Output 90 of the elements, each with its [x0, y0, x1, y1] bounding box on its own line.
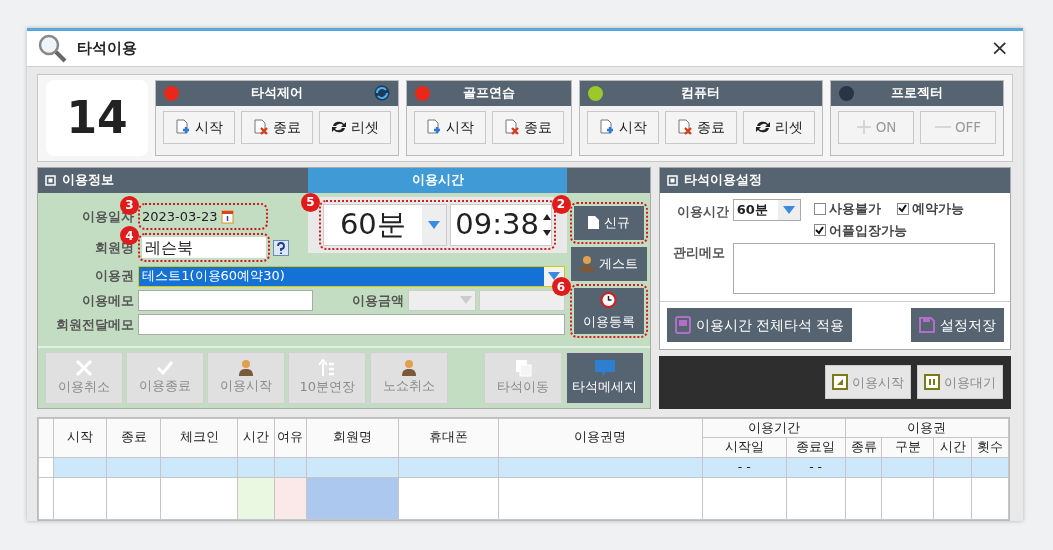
person-icon	[579, 255, 595, 273]
collapse-icon	[44, 174, 56, 186]
document-plus-icon	[426, 118, 442, 136]
documents-icon	[514, 358, 533, 377]
settings-button[interactable]: 설정저장	[910, 308, 1004, 343]
document-plus-icon	[175, 118, 191, 136]
control-button[interactable]: 시작	[163, 110, 235, 144]
document-x-icon	[253, 118, 269, 136]
memo-field[interactable]	[138, 289, 313, 311]
pause-icon	[924, 374, 940, 391]
checkbox[interactable]: 어플입장가능	[813, 220, 907, 240]
field-label: 이용메모	[81, 291, 135, 310]
control-button[interactable]: 종료	[492, 110, 564, 144]
admin-memo-field[interactable]	[732, 243, 995, 295]
column-header: 시간	[237, 418, 275, 458]
search-icon	[37, 33, 67, 64]
delivery-memo-field[interactable]	[138, 314, 565, 335]
table-cell: - -	[702, 457, 787, 478]
panel-title: 컴퓨터	[680, 84, 721, 103]
member-name-field[interactable]: 레슨북	[142, 237, 266, 259]
dropdown-arrow-icon	[782, 206, 795, 214]
column-header: 여유	[274, 418, 307, 458]
field-label: 이용권	[94, 267, 135, 286]
panel-title: 프로젝터	[889, 84, 944, 103]
seat-number: 14	[46, 79, 148, 156]
column-header: 회원명	[306, 418, 399, 458]
document-x-icon	[677, 118, 693, 136]
play-icon	[832, 374, 848, 391]
help-icon[interactable]	[273, 239, 290, 256]
control-button[interactable]: 시작	[414, 110, 486, 144]
dropdown-arrow-icon	[427, 220, 440, 229]
checkmark-icon	[815, 225, 824, 235]
refresh-icon	[331, 120, 347, 134]
column-header: 이용권명	[498, 418, 703, 458]
table-cell: - -	[786, 457, 846, 478]
clock-field[interactable]: 09:38	[450, 203, 553, 246]
side-button[interactable]: 이용등록	[573, 288, 644, 334]
column-group-header: 이용기간	[702, 418, 846, 438]
cross-icon	[74, 358, 93, 377]
control-button[interactable]: 리셋	[319, 110, 391, 144]
control-button[interactable]: 리셋	[743, 110, 815, 144]
person-icon	[400, 359, 417, 377]
dropdown-arrow-icon	[548, 272, 560, 280]
column-group-header: 이용권	[845, 418, 1009, 438]
action-button[interactable]: 타석메세지	[565, 351, 644, 404]
column-header: 체크인	[160, 418, 238, 458]
up-arrow-icon	[318, 358, 337, 377]
panel-title: 골프연습	[461, 84, 516, 103]
clock-icon	[600, 290, 617, 308]
date-field[interactable]: 2023-03-23	[142, 206, 264, 226]
panel-title: 타석이용설정	[684, 171, 762, 190]
time-select[interactable]: 60분	[732, 199, 801, 221]
field-label: 회원전달메모	[55, 315, 135, 334]
column-header: 휴대폰	[398, 418, 499, 458]
column-header: 종료	[106, 418, 161, 458]
duration-field[interactable]: 60분	[322, 203, 447, 246]
amount-field[interactable]	[479, 289, 566, 311]
control-button[interactable]: 종료	[241, 110, 313, 144]
chat-icon	[593, 358, 616, 377]
check-icon	[155, 359, 174, 376]
collapse-icon	[666, 174, 678, 186]
panel-title: 이용정보	[62, 171, 114, 190]
time-header: 이용시간	[308, 167, 567, 193]
plus-icon	[855, 119, 872, 135]
field-label: 관리메모	[671, 244, 726, 263]
field-label: 이용시간	[675, 203, 730, 221]
settings-button[interactable]: 이용시간 전체타석 적용	[666, 308, 853, 343]
control-button[interactable]: 종료	[665, 110, 737, 144]
calendar-icon	[220, 208, 234, 224]
side-button[interactable]: 게스트	[570, 246, 647, 281]
checkmark-icon	[898, 204, 908, 214]
document-plus-icon	[599, 118, 615, 136]
checkbox[interactable]: 사용불가	[813, 199, 881, 219]
column-header: 시작	[53, 418, 107, 458]
person-icon	[238, 359, 254, 377]
field-label: 이용금액	[351, 291, 405, 310]
close-button[interactable]: ×	[986, 37, 1013, 60]
checkbox[interactable]: 예약가능	[896, 199, 964, 219]
refresh-icon	[755, 120, 771, 134]
amount-select[interactable]	[408, 289, 476, 311]
window-title: 타석이용	[76, 38, 137, 59]
document-icon	[587, 215, 600, 230]
side-button[interactable]: 신규	[573, 205, 644, 240]
copy-icon	[674, 316, 691, 335]
document-x-icon	[504, 118, 520, 136]
dropdown-arrow-icon	[460, 296, 472, 305]
panel-title: 타석제어	[249, 84, 304, 103]
callout-badge: 2	[551, 194, 571, 214]
save-icon	[918, 317, 935, 334]
control-button[interactable]: 시작	[587, 110, 659, 144]
